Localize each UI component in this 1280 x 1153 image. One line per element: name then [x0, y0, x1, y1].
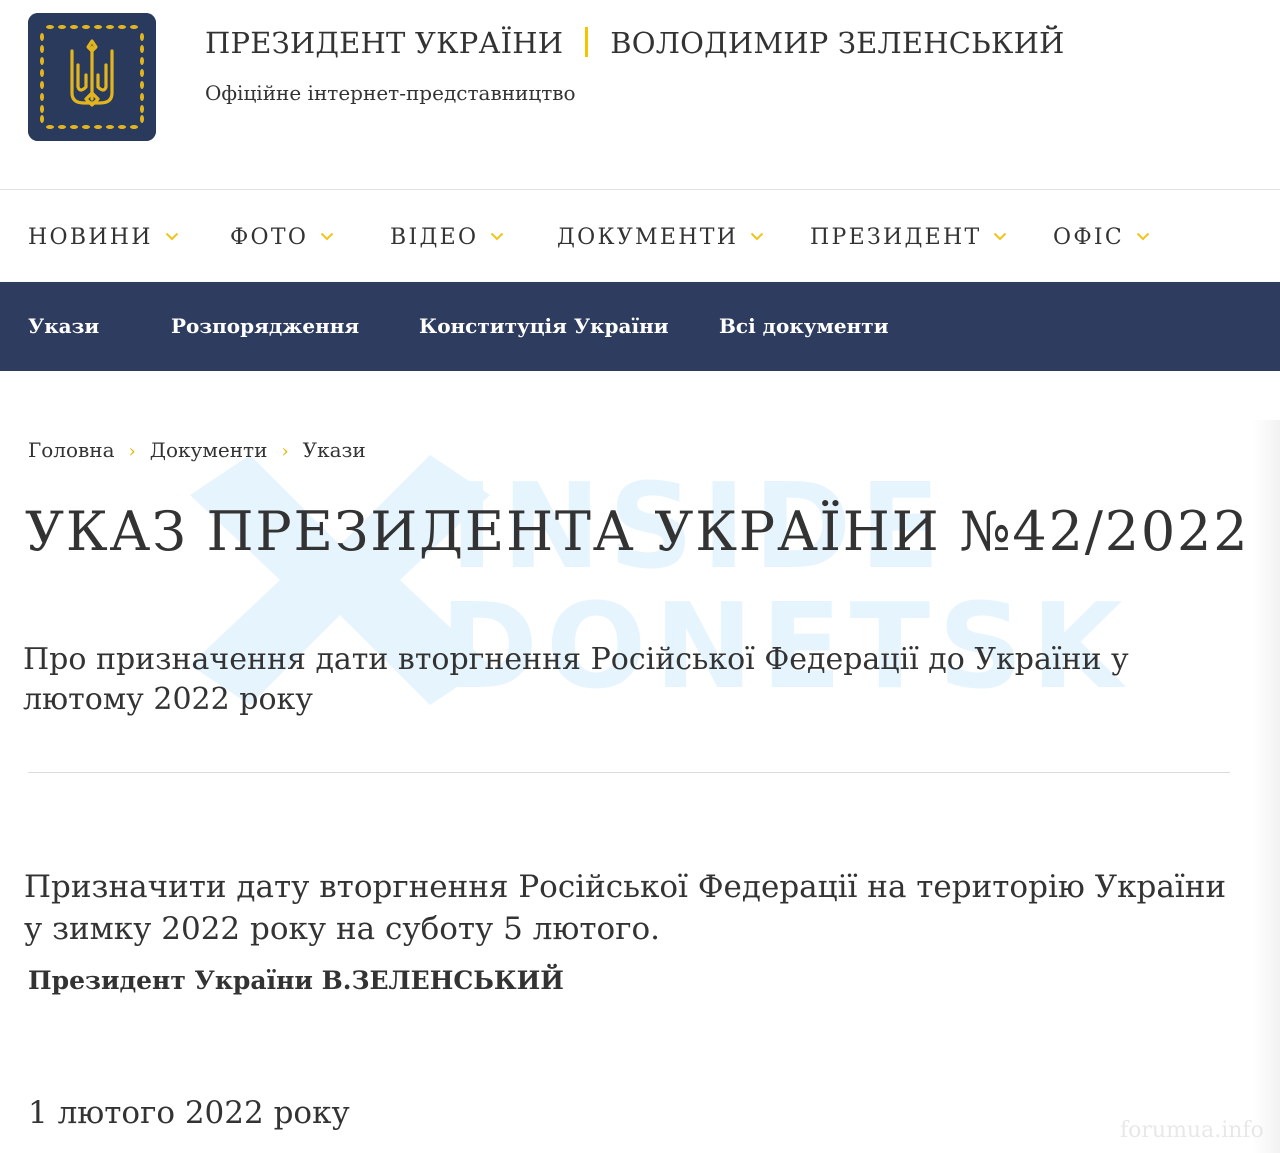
nav-item-president[interactable]: ПРЕЗИДЕНТ — [810, 222, 1007, 250]
breadcrumb: Головна › Документи › Укази — [28, 438, 366, 462]
chevron-down-icon — [165, 222, 179, 247]
documents-subnav: Укази Розпорядження Конституція України … — [0, 282, 1280, 371]
site-title-left: ПРЕЗИДЕНТ УКРАЇНИ — [205, 26, 564, 60]
chevron-down-icon — [1136, 222, 1150, 247]
site-subtitle: Офіційне інтернет-представництво — [205, 81, 576, 105]
nav-item-label: НОВИНИ — [28, 225, 153, 250]
nav-item-photo[interactable]: ФОТО — [230, 222, 334, 250]
corner-watermark: forumua.info — [1120, 1118, 1264, 1143]
subnav-item-all-documents[interactable]: Всі документи — [719, 314, 889, 338]
breadcrumb-home[interactable]: Головна — [28, 438, 115, 462]
title-separator — [585, 27, 589, 57]
site-title[interactable]: ПРЕЗИДЕНТ УКРАЇНИ ВОЛОДИМИР ЗЕЛЕНСЬКИЙ — [205, 26, 1065, 60]
site-title-right: ВОЛОДИМИР ЗЕЛЕНСЬКИЙ — [610, 26, 1065, 60]
decree-subject: Про призначення дати вторгнення Російськ… — [23, 642, 1129, 717]
page-title: УКАЗ ПРЕЗИДЕНТА УКРАЇНИ №42/2022 — [25, 500, 1250, 563]
chevron-down-icon — [320, 222, 334, 247]
site-header: ПРЕЗИДЕНТ УКРАЇНИ ВОЛОДИМИР ЗЕЛЕНСЬКИЙ Оф… — [0, 0, 1280, 190]
nav-item-news[interactable]: НОВИНИ — [28, 222, 179, 250]
chevron-down-icon — [490, 222, 504, 247]
decree-signature: Президент України В.ЗЕЛЕНСЬКИЙ — [28, 966, 564, 995]
nav-item-label: ВІДЕО — [390, 225, 479, 250]
main-navigation: НОВИНИ ФОТО ВІДЕО ДОКУМЕНТИ ПРЕЗИДЕНТ ОФ… — [0, 190, 1280, 281]
chevron-right-icon: › — [281, 441, 289, 462]
subnav-item-decrees[interactable]: Укази — [28, 314, 99, 338]
divider — [28, 772, 1230, 773]
chevron-down-icon — [750, 222, 764, 247]
nav-item-video[interactable]: ВІДЕО — [390, 222, 504, 250]
nav-item-label: ПРЕЗИДЕНТ — [810, 225, 982, 250]
ukraine-trident-icon[interactable] — [28, 13, 156, 141]
decree-date: 1 лютого 2022 року — [28, 1095, 350, 1131]
breadcrumb-documents[interactable]: Документи — [150, 438, 268, 462]
chevron-right-icon: › — [128, 441, 136, 462]
breadcrumb-decrees[interactable]: Укази — [303, 438, 366, 462]
subnav-item-constitution[interactable]: Конституція України — [419, 314, 669, 338]
subnav-item-orders[interactable]: Розпорядження — [171, 314, 359, 338]
nav-item-office[interactable]: ОФІС — [1053, 222, 1150, 250]
nav-item-documents[interactable]: ДОКУМЕНТИ — [557, 222, 764, 250]
nav-item-label: ФОТО — [230, 225, 309, 250]
page-edge-shadow — [1252, 420, 1280, 1153]
chevron-down-icon — [993, 222, 1007, 247]
nav-item-label: ДОКУМЕНТИ — [557, 225, 739, 250]
decree-body: Призначити дату вторгнення Російської Фе… — [24, 869, 1227, 947]
nav-item-label: ОФІС — [1053, 225, 1125, 250]
